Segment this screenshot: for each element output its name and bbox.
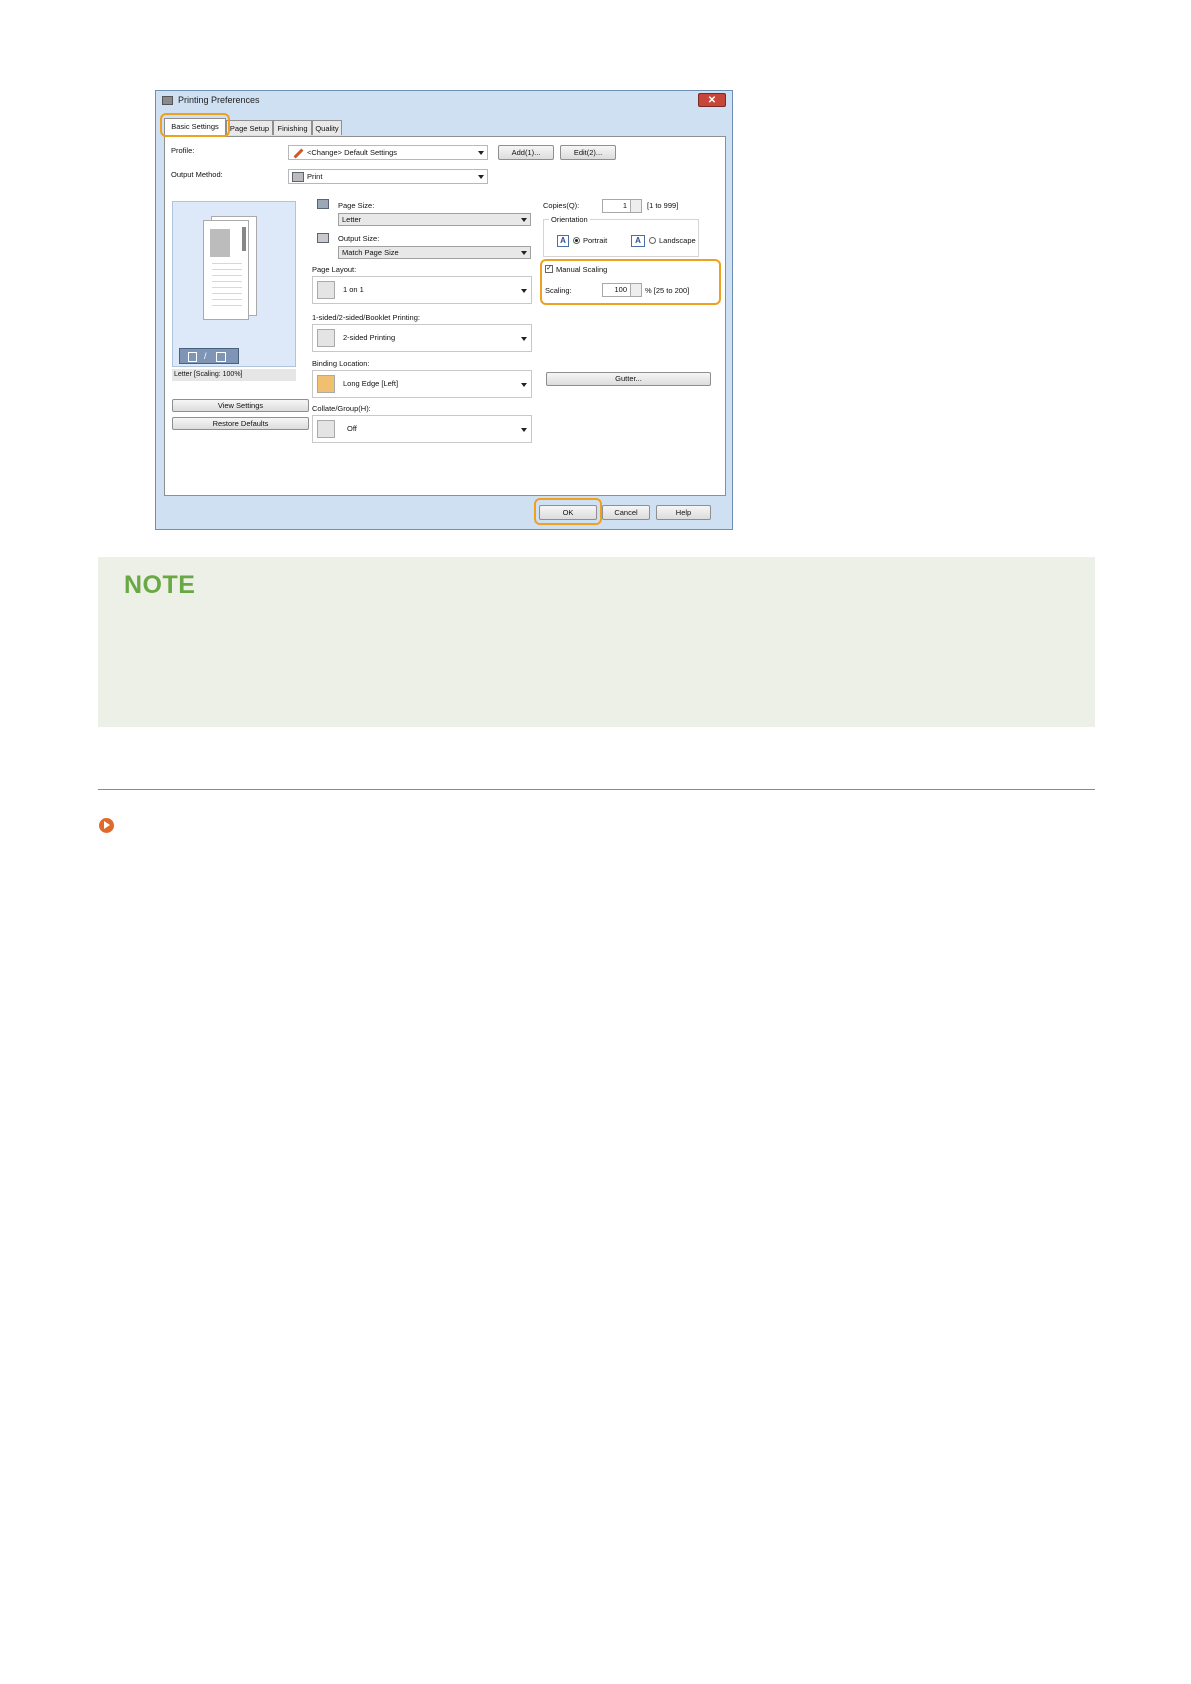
page-size-value: Letter: [342, 215, 362, 224]
profile-select[interactable]: <Change> Default Settings: [288, 145, 488, 160]
tab-page-setup[interactable]: Page Setup: [226, 120, 273, 135]
collate-select[interactable]: Off: [312, 415, 532, 443]
page-layout-label: Page Layout:: [312, 265, 357, 274]
chevron-down-icon: [521, 289, 527, 293]
basic-settings-panel: Profile: <Change> Default Settings Add(1…: [164, 136, 726, 496]
preview-binding-bar: [242, 227, 246, 251]
cancel-button[interactable]: Cancel: [602, 505, 650, 520]
output-size-select[interactable]: Match Page Size: [338, 246, 531, 259]
close-button[interactable]: ✕: [698, 93, 726, 107]
chevron-down-icon: [521, 383, 527, 387]
preview-text-line: [212, 293, 242, 294]
collate-value: Off: [347, 424, 357, 433]
chevron-down-icon: [521, 337, 527, 341]
copies-stepper[interactable]: 1: [602, 199, 642, 213]
chevron-down-icon: [521, 251, 527, 255]
chevron-down-icon: [521, 428, 527, 432]
collate-icon: [317, 420, 335, 438]
preview-text-line: [212, 281, 242, 282]
printer-icon: [162, 96, 173, 105]
preview-front-sheet: [203, 220, 249, 320]
preview-caption: Letter [Scaling: 100%]: [172, 369, 296, 381]
link-arrow-icon[interactable]: [99, 818, 114, 833]
chevron-down-icon: [521, 218, 527, 222]
tab-finishing[interactable]: Finishing: [273, 120, 312, 135]
binding-location-select[interactable]: Long Edge [Left]: [312, 370, 532, 398]
basic-settings-tab-highlight: [160, 113, 230, 137]
single-page-icon: [188, 352, 197, 362]
page-size-icon: [317, 199, 329, 209]
note-box: NOTE: [98, 557, 1095, 727]
view-settings-button[interactable]: View Settings: [172, 399, 309, 412]
chevron-down-icon: [478, 151, 484, 155]
sided-printing-label: 1-sided/2-sided/Booklet Printing:: [312, 313, 420, 322]
copies-label: Copies(Q):: [543, 201, 580, 210]
portrait-icon: A: [557, 235, 569, 247]
page-layout-value: 1 on 1: [343, 285, 364, 294]
output-method-select[interactable]: Print: [288, 169, 488, 184]
preview-text-line: [212, 275, 242, 276]
portrait-label: Portrait: [583, 236, 608, 245]
orientation-label: Orientation: [549, 215, 590, 224]
landscape-radio[interactable]: [649, 237, 656, 244]
output-size-icon: [317, 233, 329, 243]
binding-location-label: Binding Location:: [312, 359, 370, 368]
gutter-button[interactable]: Gutter...: [546, 372, 711, 386]
title-bar: Printing Preferences ✕: [156, 91, 732, 111]
preview-text-line: [212, 299, 242, 300]
slash-separator: /: [204, 351, 207, 361]
chevron-down-icon: [478, 175, 484, 179]
preview-text-line: [212, 287, 242, 288]
page-layout-select[interactable]: 1 on 1: [312, 276, 532, 304]
copies-value: 1: [622, 201, 627, 210]
page-size-select[interactable]: Letter: [338, 213, 531, 226]
help-button[interactable]: Help: [656, 505, 711, 520]
preview-text-line: [212, 263, 242, 264]
note-title: NOTE: [124, 571, 196, 599]
printing-preferences-dialog: Printing Preferences ✕ Basic Settings Pa…: [155, 90, 733, 530]
preview-text-line: [212, 305, 242, 306]
print-icon: [292, 172, 304, 182]
booklet-icon: [216, 352, 226, 362]
output-size-value: Match Page Size: [342, 248, 399, 257]
collate-label: Collate/Group(H):: [312, 404, 371, 413]
page-layout-icon: [317, 281, 335, 299]
page-preview: /: [172, 201, 296, 367]
preview-text-line: [212, 269, 242, 270]
sided-printing-select[interactable]: 2-sided Printing: [312, 324, 532, 352]
section-divider: [98, 789, 1095, 790]
binding-location-value: Long Edge [Left]: [343, 379, 399, 388]
profile-label: Profile:: [171, 146, 195, 155]
two-sided-icon: [317, 329, 335, 347]
output-size-label: Output Size:: [338, 234, 380, 243]
restore-defaults-button[interactable]: Restore Defaults: [172, 417, 309, 430]
edit-profile-button[interactable]: Edit(2)...: [560, 145, 616, 160]
preview-toggle-button[interactable]: /: [179, 348, 239, 364]
dialog-title: Printing Preferences: [178, 95, 260, 105]
manual-scaling-highlight: [540, 259, 721, 305]
tab-quality[interactable]: Quality: [312, 120, 342, 135]
ok-button-highlight: [534, 498, 602, 525]
add-profile-button[interactable]: Add(1)...: [498, 145, 554, 160]
binding-icon: [317, 375, 335, 393]
landscape-label: Landscape: [659, 236, 696, 245]
output-method-label: Output Method:: [171, 170, 223, 179]
profile-value: <Change> Default Settings: [307, 148, 398, 157]
preview-image-block: [210, 229, 230, 257]
landscape-icon: A: [631, 235, 645, 247]
pencil-icon: [293, 148, 304, 159]
output-method-value: Print: [307, 172, 323, 181]
sided-printing-value: 2-sided Printing: [343, 333, 396, 342]
copies-range: [1 to 999]: [647, 201, 679, 210]
page-size-label: Page Size:: [338, 201, 375, 210]
spin-arrows-icon[interactable]: [630, 200, 641, 212]
portrait-radio[interactable]: [573, 237, 580, 244]
